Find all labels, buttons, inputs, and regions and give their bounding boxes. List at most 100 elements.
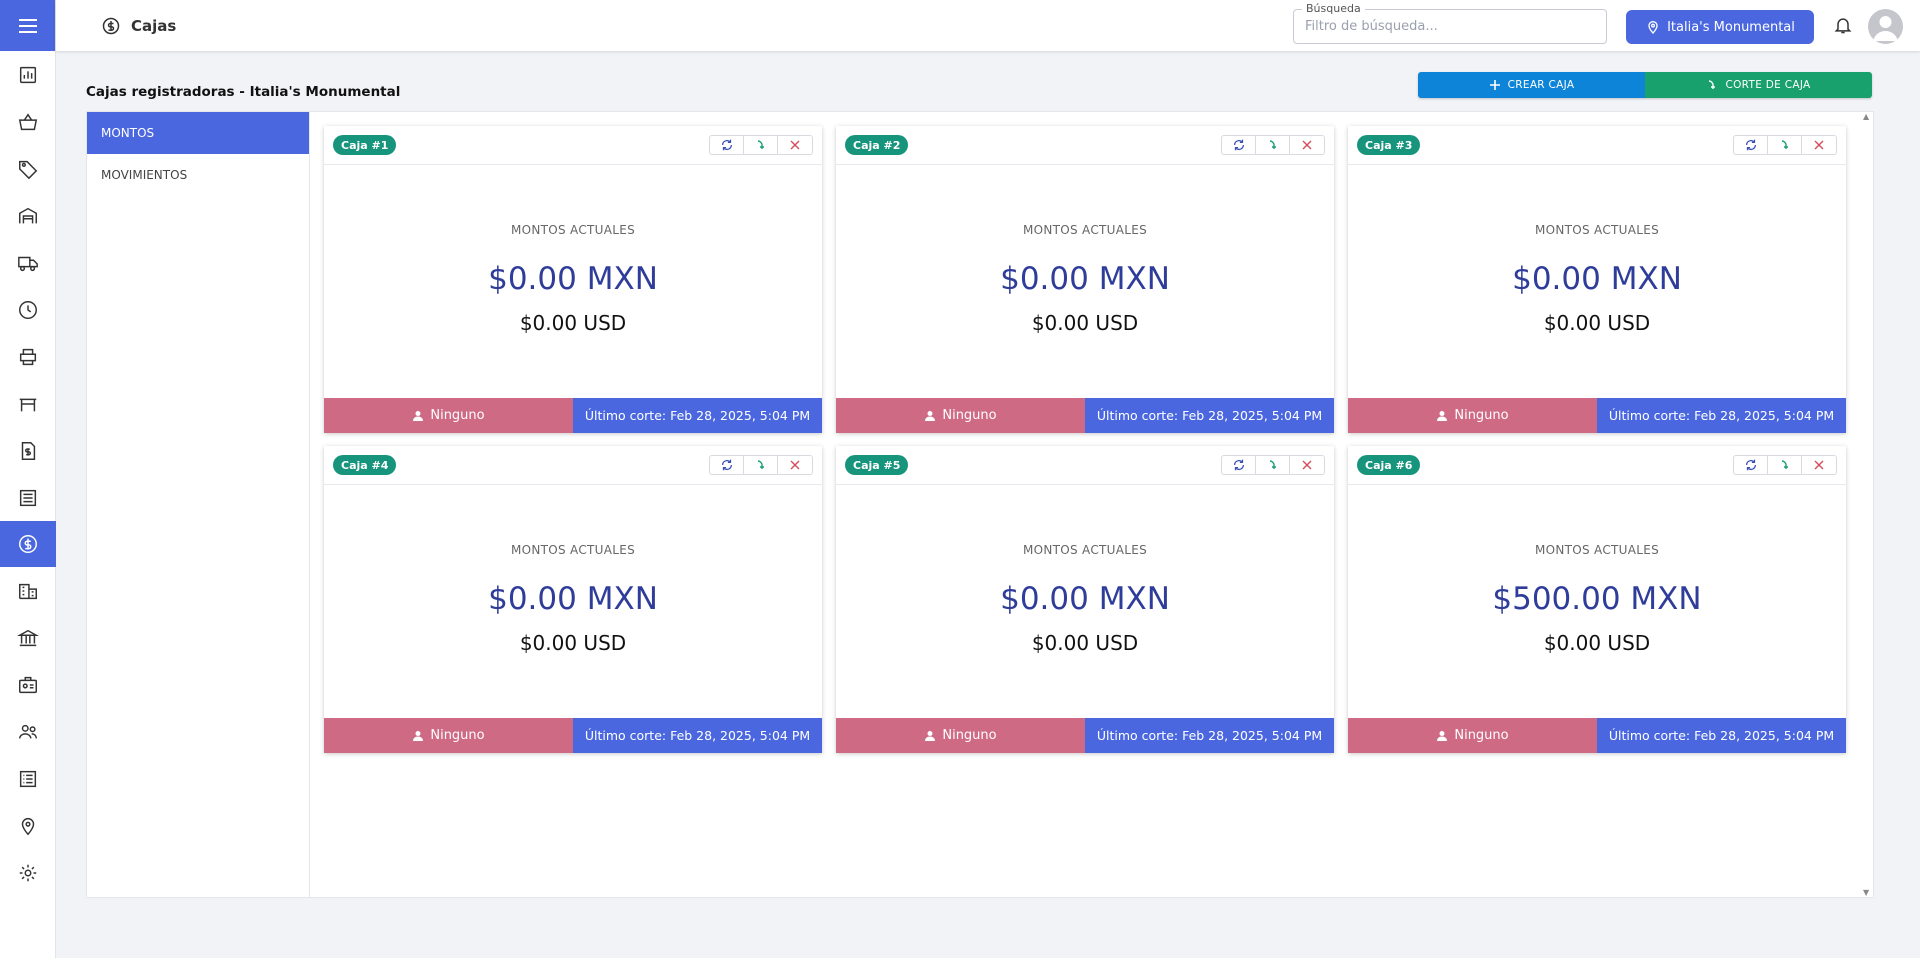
bank-icon bbox=[17, 629, 39, 647]
cut-button[interactable] bbox=[1256, 136, 1290, 154]
person-icon bbox=[1437, 730, 1448, 741]
cash-cut-label: CORTE DE CAJA bbox=[1725, 79, 1811, 91]
cut-button[interactable] bbox=[744, 456, 778, 474]
delete-button[interactable] bbox=[1290, 456, 1324, 474]
nav-branches[interactable] bbox=[0, 568, 56, 614]
scroll-down-arrow-icon[interactable]: ▼ bbox=[1863, 888, 1869, 897]
top-bar: Cajas Búsqueda Italia's Monumental bbox=[56, 0, 1920, 51]
cash-cut-icon bbox=[1709, 80, 1716, 89]
amounts-label: MONTOS ACTUALES bbox=[510, 543, 636, 557]
location-pin-icon bbox=[1648, 21, 1658, 34]
refresh-icon bbox=[1745, 139, 1756, 151]
printer-icon bbox=[19, 348, 37, 366]
last-cut: Último corte: Feb 28, 2025, 5:04 PM bbox=[573, 718, 822, 753]
nav-tables[interactable] bbox=[0, 381, 56, 427]
refresh-button[interactable] bbox=[710, 136, 744, 154]
delete-button[interactable] bbox=[778, 136, 812, 154]
nav-banks[interactable] bbox=[0, 615, 56, 661]
refresh-button[interactable] bbox=[1734, 456, 1768, 474]
cut-button[interactable] bbox=[1768, 456, 1802, 474]
nav-customers[interactable] bbox=[0, 709, 56, 755]
nav-catalog[interactable] bbox=[0, 756, 56, 802]
cut-button[interactable] bbox=[744, 136, 778, 154]
nav-warehouse[interactable] bbox=[0, 193, 56, 239]
assigned-user-name: Ninguno bbox=[942, 728, 997, 743]
tab-movimientos[interactable]: MOVIMIENTOS bbox=[87, 154, 309, 196]
clock-icon bbox=[19, 301, 37, 319]
person-icon bbox=[413, 730, 424, 741]
delete-button[interactable] bbox=[1802, 456, 1836, 474]
last-cut: Último corte: Feb 28, 2025, 5:04 PM bbox=[573, 398, 822, 433]
menu-icon bbox=[18, 18, 37, 33]
amount-mxn: $0.00 MXN bbox=[1000, 261, 1170, 297]
tab-montos[interactable]: MONTOS bbox=[87, 112, 309, 154]
card-header: Caja #1 bbox=[324, 126, 822, 165]
register-badge: Caja #2 bbox=[845, 135, 909, 155]
delete-button[interactable] bbox=[1802, 136, 1836, 154]
card-footer: Ninguno Último corte: Feb 28, 2025, 5:04… bbox=[1348, 398, 1846, 433]
scroll-up-arrow-icon[interactable]: ▲ bbox=[1863, 112, 1869, 121]
create-register-button[interactable]: CREAR CAJA bbox=[1418, 72, 1645, 98]
nav-locations[interactable] bbox=[0, 803, 56, 849]
delete-button[interactable] bbox=[1290, 136, 1324, 154]
nav-cash-registers[interactable] bbox=[0, 521, 56, 567]
assigned-user-name: Ninguno bbox=[942, 408, 997, 423]
nav-lists[interactable] bbox=[0, 475, 56, 521]
person-icon bbox=[413, 410, 424, 421]
refresh-icon bbox=[1233, 459, 1244, 471]
badge-icon bbox=[19, 676, 37, 694]
cash-cut-button[interactable]: CORTE DE CAJA bbox=[1645, 72, 1872, 98]
list-icon bbox=[19, 489, 37, 507]
section-title: Cajas registradoras - Italia's Monumenta… bbox=[86, 84, 401, 100]
card-body: MONTOS ACTUALES $0.00 MXN $0.00 USD bbox=[836, 165, 1334, 398]
refresh-button[interactable] bbox=[1734, 136, 1768, 154]
close-icon bbox=[790, 460, 800, 470]
nav-printers[interactable] bbox=[0, 334, 56, 380]
cut-button[interactable] bbox=[1768, 136, 1802, 154]
register-actions: CREAR CAJA CORTE DE CAJA bbox=[1418, 72, 1872, 98]
notifications-button[interactable] bbox=[1833, 14, 1853, 40]
refresh-button[interactable] bbox=[1222, 456, 1256, 474]
nav-history[interactable] bbox=[0, 287, 56, 333]
close-icon bbox=[1302, 140, 1312, 150]
amount-mxn: $0.00 MXN bbox=[1512, 261, 1682, 297]
bell-icon bbox=[1834, 18, 1852, 34]
cash-cut-icon bbox=[1781, 140, 1788, 149]
delete-button[interactable] bbox=[778, 456, 812, 474]
cut-button[interactable] bbox=[1256, 456, 1290, 474]
gear-icon bbox=[19, 864, 37, 882]
register-badge: Caja #6 bbox=[1357, 455, 1421, 475]
card-header: Caja #3 bbox=[1348, 126, 1846, 165]
nav-invoices[interactable] bbox=[0, 428, 56, 474]
nav-products[interactable] bbox=[0, 146, 56, 192]
search-input[interactable] bbox=[1294, 10, 1606, 43]
invoice-icon bbox=[21, 442, 36, 460]
refresh-button[interactable] bbox=[1222, 136, 1256, 154]
scrollbar[interactable]: ▲ ▼ bbox=[1861, 112, 1873, 897]
nav-settings[interactable] bbox=[0, 850, 56, 896]
refresh-button[interactable] bbox=[710, 456, 744, 474]
nav-reports[interactable] bbox=[0, 52, 56, 98]
user-avatar[interactable] bbox=[1868, 9, 1903, 44]
cash-cut-icon bbox=[1781, 460, 1788, 469]
person-icon bbox=[925, 410, 936, 421]
close-icon bbox=[1302, 460, 1312, 470]
building-icon bbox=[19, 583, 37, 600]
nav-sales[interactable] bbox=[0, 99, 56, 145]
amount-mxn: $0.00 MXN bbox=[488, 261, 658, 297]
assigned-user-name: Ninguno bbox=[430, 408, 485, 423]
amount-mxn: $500.00 MXN bbox=[1492, 581, 1702, 617]
nav-delivery[interactable] bbox=[0, 240, 56, 286]
card-header: Caja #5 bbox=[836, 446, 1334, 485]
assigned-user: Ninguno bbox=[836, 398, 1085, 433]
menu-button[interactable] bbox=[0, 0, 55, 51]
tag-icon bbox=[19, 160, 38, 180]
nav-employees[interactable] bbox=[0, 662, 56, 708]
card-body: MONTOS ACTUALES $500.00 MXN $0.00 USD bbox=[1348, 485, 1846, 718]
last-cut: Último corte: Feb 28, 2025, 5:04 PM bbox=[1085, 718, 1334, 753]
assigned-user: Ninguno bbox=[1348, 718, 1597, 753]
location-selector-button[interactable]: Italia's Monumental bbox=[1626, 10, 1814, 44]
close-icon bbox=[1814, 460, 1824, 470]
card-body: MONTOS ACTUALES $0.00 MXN $0.00 USD bbox=[836, 485, 1334, 718]
amounts-label: MONTOS ACTUALES bbox=[510, 223, 636, 237]
